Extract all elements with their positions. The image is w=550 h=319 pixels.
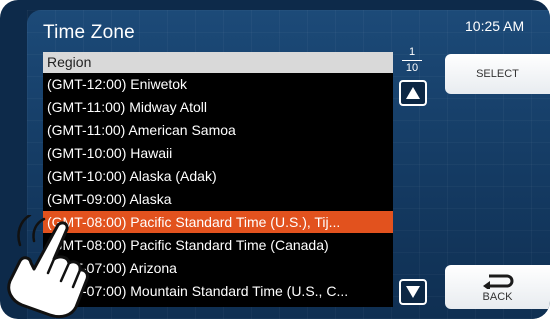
scroll-up-button[interactable] [399,80,427,106]
page-indicator: 1 10 [399,47,425,74]
list-item[interactable]: (GMT-10:00) Hawaii [43,142,393,164]
list-item[interactable]: (GMT-11:00) Midway Atoll [43,96,393,118]
list-item[interactable]: (GMT-09:00) Alaska [43,188,393,210]
region-list: Region (GMT-12:00) Eniwetok (GMT-11:00) … [43,52,393,307]
list-item[interactable]: (GMT-11:00) American Samoa [43,119,393,141]
page-title: Time Zone [43,22,135,43]
triangle-down-icon [406,286,420,298]
page-divider [402,60,422,61]
list-item[interactable]: (GMT-12:00) Eniwetok [43,73,393,95]
list-item[interactable]: (GMT-10:00) Alaska (Adak) [43,165,393,187]
triangle-up-icon [406,87,420,99]
back-button-label: BACK [482,291,513,303]
page-current: 1 [408,46,416,58]
select-button-label: SELECT [476,68,519,80]
list-item[interactable]: (GMT-07:00) Mountain Standard Time (U.S.… [43,280,393,302]
list-header: Region [43,52,393,73]
clock: 10:25 AM [465,18,525,34]
device-frame: Time Zone 10:25 AM Region (GMT-12:00) En… [0,0,550,319]
return-arrow-icon [482,274,513,289]
list-item[interactable]: (GMT-08:00) Pacific Standard Time (Canad… [43,234,393,256]
back-button[interactable]: BACK [445,265,550,309]
list-item-selected[interactable]: (GMT-08:00) Pacific Standard Time (U.S.)… [43,211,393,233]
pointing-hand-icon [7,215,89,319]
scroll-down-button[interactable] [399,279,427,305]
list-item[interactable]: (GMT-07:00) Arizona [43,257,393,279]
page-total: 10 [405,62,419,74]
select-button[interactable]: SELECT [445,54,550,94]
